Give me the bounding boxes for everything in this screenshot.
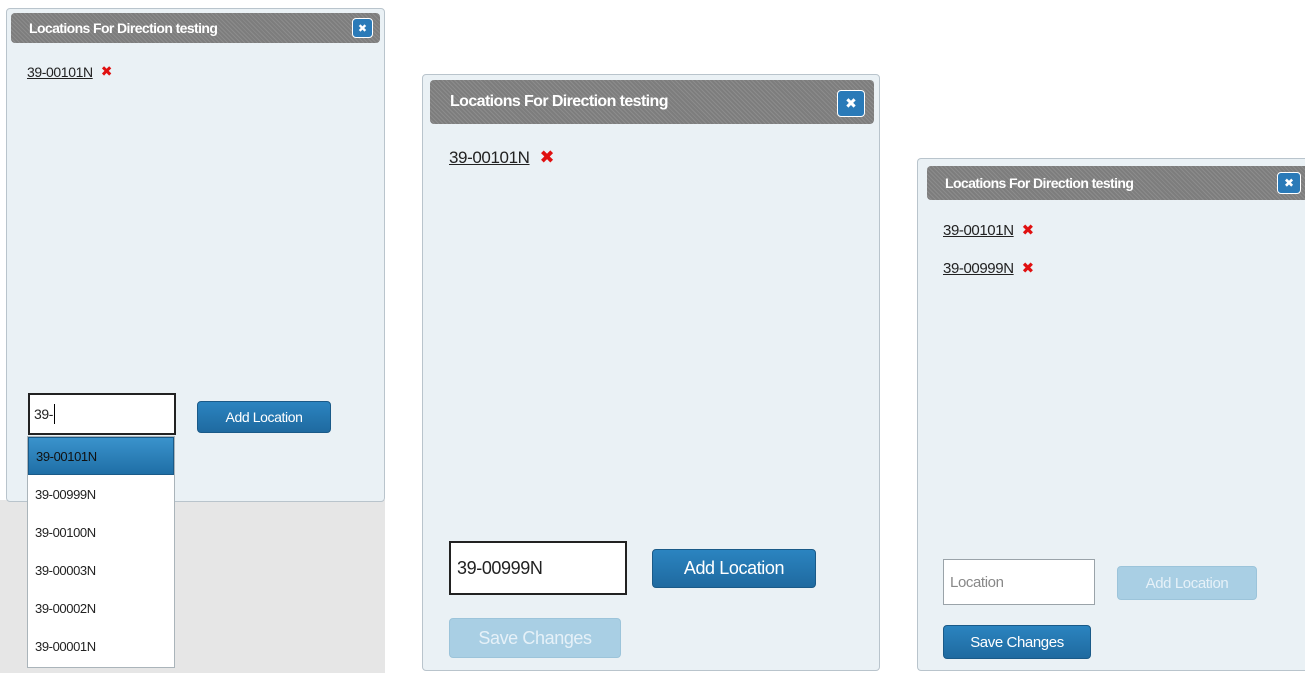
location-link[interactable]: 39-00999N (943, 260, 1014, 277)
location-input-value: 39-00999N (457, 557, 543, 578)
locations-dialog-1: Locations For Direction testing ✖ 39-001… (6, 8, 385, 502)
location-input-value: 39- (34, 406, 54, 422)
add-location-button[interactable]: Add Location (1117, 566, 1257, 600)
autocomplete-option[interactable]: 39-00001N (28, 627, 174, 665)
location-link[interactable]: 39-00101N (449, 148, 530, 168)
locations-dialog-3: Locations For Direction testing ✖ 39-001… (917, 158, 1305, 671)
remove-location-icon[interactable]: ✖ (1022, 221, 1035, 239)
location-input-placeholder: Location (950, 573, 1004, 591)
text-caret (54, 404, 56, 424)
location-link[interactable]: 39-00101N (943, 222, 1014, 239)
remove-location-icon[interactable]: ✖ (1022, 259, 1035, 277)
save-changes-button[interactable]: Save Changes (943, 625, 1091, 659)
close-icon[interactable]: ✖ (1277, 172, 1301, 194)
autocomplete-option[interactable]: 39-00999N (28, 475, 174, 513)
remove-location-icon[interactable]: ✖ (540, 147, 555, 168)
location-item: 39-00101N ✖ (449, 147, 555, 168)
autocomplete-option[interactable]: 39-00002N (28, 589, 174, 627)
close-icon[interactable]: ✖ (837, 90, 865, 117)
location-item: 39-00999N ✖ (943, 259, 1034, 277)
location-input[interactable]: Location (943, 559, 1095, 605)
location-input[interactable]: 39- (28, 393, 176, 435)
dialog-titlebar[interactable]: Locations For Direction testing (430, 80, 874, 124)
dialog-titlebar[interactable]: Locations For Direction testing (11, 13, 380, 43)
remove-location-icon[interactable]: ✖ (101, 64, 113, 80)
save-changes-button[interactable]: Save Changes (449, 618, 621, 658)
locations-dialog-2: Locations For Direction testing ✖ 39-001… (422, 74, 880, 671)
close-icon[interactable]: ✖ (352, 18, 373, 38)
location-item: 39-00101N ✖ (943, 221, 1034, 239)
add-location-button[interactable]: Add Location (652, 549, 816, 588)
autocomplete-option[interactable]: 39-00100N (28, 513, 174, 551)
autocomplete-dropdown: 39-00101N 39-00999N 39-00100N 39-00003N … (27, 436, 175, 668)
dialog-title: Locations For Direction testing (945, 175, 1134, 191)
add-location-button[interactable]: Add Location (197, 401, 331, 433)
autocomplete-option[interactable]: 39-00003N (28, 551, 174, 589)
dialog-titlebar[interactable]: Locations For Direction testing (927, 166, 1305, 200)
autocomplete-option[interactable]: 39-00101N (28, 437, 174, 475)
dialog-title: Locations For Direction testing (29, 20, 218, 36)
location-input[interactable]: 39-00999N (449, 541, 627, 595)
location-item: 39-00101N ✖ (27, 64, 112, 80)
location-link[interactable]: 39-00101N (27, 64, 93, 80)
dialog-title: Locations For Direction testing (450, 93, 668, 110)
screenshot-stage: Locations For Direction testing ✖ 39-001… (0, 0, 1305, 673)
